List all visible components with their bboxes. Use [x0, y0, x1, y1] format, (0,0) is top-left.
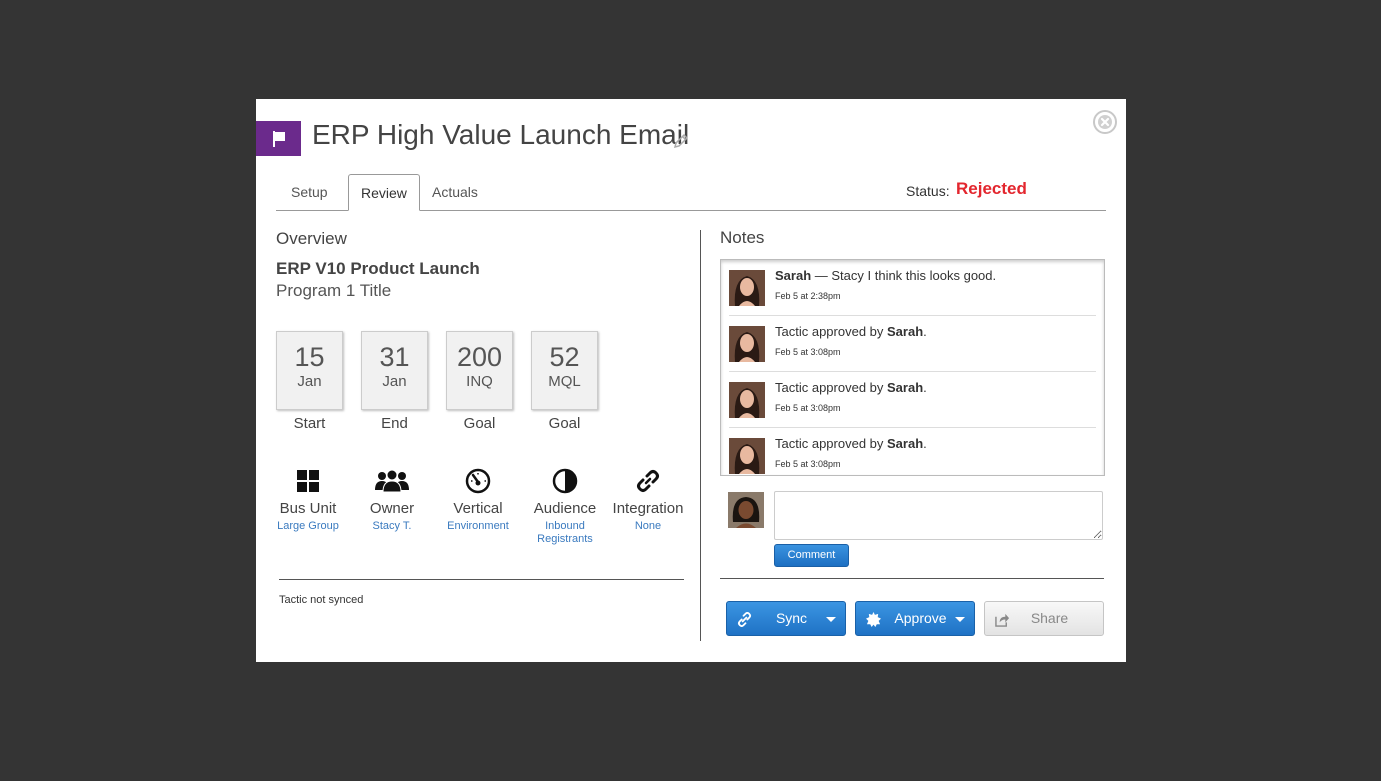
note-suffix: .	[923, 436, 927, 451]
note-author: Sarah	[887, 436, 924, 451]
attr-label: Vertical	[453, 500, 503, 517]
note-item: Tactic approved by Sarah. Feb 5 at 3:08p…	[729, 428, 1096, 475]
close-icon[interactable]	[1092, 109, 1118, 135]
comment-input[interactable]	[774, 491, 1103, 540]
column-divider	[700, 230, 701, 641]
link-icon	[737, 612, 752, 627]
note-item: Sarah — Stacy I think this looks good. F…	[729, 260, 1096, 316]
seal-icon	[866, 612, 881, 627]
note-author: Sarah	[775, 268, 812, 283]
share-icon	[995, 613, 1010, 627]
attr-label: Audience	[533, 500, 597, 517]
note-suffix: .	[923, 380, 927, 395]
chevron-down-icon[interactable]	[826, 617, 836, 622]
avatar	[729, 438, 765, 474]
stat-number: 52	[549, 342, 580, 372]
avatar	[729, 270, 765, 306]
page-title: ERP High Value Launch Email	[312, 119, 690, 150]
avatar	[728, 492, 764, 528]
attr-value-link[interactable]: Inbound Registrants	[535, 520, 595, 546]
approve-label: Approve	[894, 610, 947, 626]
attr-label: Bus Unit	[279, 500, 337, 517]
comment-button[interactable]: Comment	[774, 544, 849, 567]
stat-end: 31 Jan	[361, 331, 428, 410]
note-timestamp: Feb 5 at 3:08pm	[775, 403, 841, 413]
attr-audience: Audience Inbound Registrants	[525, 466, 605, 546]
grid-icon	[297, 470, 319, 492]
stat-unit: MQL	[548, 373, 581, 390]
note-item: Tactic approved by Sarah. Feb 5 at 3:08p…	[729, 372, 1096, 428]
attr-bus-unit: Bus Unit Large Group	[268, 466, 348, 533]
attr-vertical: Vertical Environment	[438, 466, 518, 533]
stat-inq-goal: 200 INQ	[446, 331, 513, 410]
chevron-down-icon[interactable]	[955, 617, 965, 622]
note-suffix: .	[923, 324, 927, 339]
share-button[interactable]: Share	[984, 601, 1104, 636]
divider	[279, 579, 684, 580]
gauge-icon	[465, 468, 491, 494]
tab-setup[interactable]: Setup	[279, 174, 340, 211]
approve-button[interactable]: Approve	[855, 601, 975, 636]
stat-start: 15 Jan	[276, 331, 343, 410]
notes-list[interactable]: Sarah — Stacy I think this looks good. F…	[720, 259, 1105, 476]
attr-label: Owner	[369, 500, 415, 517]
stat-unit: Jan	[382, 373, 407, 390]
stat-number: 200	[456, 342, 503, 372]
stat-label: Goal	[463, 415, 496, 432]
note-timestamp: Feb 5 at 3:08pm	[775, 459, 841, 469]
stat-unit: Jan	[297, 373, 322, 390]
note-prefix: Tactic approved by	[775, 324, 888, 339]
attr-value-link[interactable]: Environment	[438, 520, 518, 533]
note-text: Tactic approved by Sarah.	[775, 380, 927, 395]
flag-icon	[272, 130, 285, 147]
overview-heading: Overview	[276, 229, 347, 248]
attr-owner: Owner Stacy T.	[352, 466, 432, 533]
note-timestamp: Feb 5 at 2:38pm	[775, 291, 841, 301]
status-label: Status:	[906, 183, 950, 199]
stat-unit: INQ	[466, 373, 493, 390]
attr-value-link[interactable]: Stacy T.	[352, 520, 432, 533]
note-separator: —	[811, 268, 832, 283]
note-prefix: Tactic approved by	[775, 436, 888, 451]
avatar	[729, 326, 765, 362]
sync-status-text: Tactic not synced	[279, 594, 364, 606]
note-author: Sarah	[887, 380, 924, 395]
stat-label: Goal	[548, 415, 581, 432]
note-body: Stacy I think this looks good.	[831, 268, 997, 283]
notes-heading: Notes	[720, 228, 765, 247]
note-item: Tactic approved by Sarah. Feb 5 at 3:08p…	[729, 316, 1096, 372]
stat-number: 15	[294, 342, 325, 372]
stat-label: Start	[293, 415, 326, 432]
tab-actuals[interactable]: Actuals	[420, 174, 490, 211]
note-text: Sarah — Stacy I think this looks good.	[775, 268, 996, 283]
attr-label: Integration	[612, 500, 684, 517]
stat-mql-goal: 52 MQL	[531, 331, 598, 410]
tab-bar: Setup Review Actuals Status: Rejected	[276, 174, 1106, 211]
stat-label: End	[381, 415, 408, 432]
link-icon	[637, 470, 659, 492]
note-author: Sarah	[887, 324, 924, 339]
program-name: ERP V10 Product Launch	[276, 259, 480, 278]
attr-integration: Integration None	[608, 466, 688, 533]
note-text: Tactic approved by Sarah.	[775, 324, 927, 339]
users-icon	[375, 469, 409, 493]
attr-value-link[interactable]: None	[608, 520, 688, 533]
flag-badge	[256, 121, 301, 156]
tactic-modal: ERP High Value Launch Email Setup Review…	[256, 99, 1126, 662]
avatar	[729, 382, 765, 418]
note-prefix: Tactic approved by	[775, 380, 888, 395]
status-badge: Rejected	[956, 179, 1027, 198]
tab-review[interactable]: Review	[348, 174, 420, 211]
attr-value-link[interactable]: Large Group	[268, 520, 348, 533]
program-title: Program 1 Title	[276, 281, 392, 300]
contrast-icon	[552, 468, 578, 494]
divider	[720, 578, 1104, 579]
stat-number: 31	[379, 342, 410, 372]
share-label: Share	[1030, 610, 1069, 626]
note-timestamp: Feb 5 at 3:08pm	[775, 347, 841, 357]
sync-button[interactable]: Sync	[726, 601, 846, 636]
sync-label: Sync	[775, 610, 808, 626]
note-text: Tactic approved by Sarah.	[775, 436, 927, 451]
pencil-icon[interactable]	[672, 132, 690, 150]
